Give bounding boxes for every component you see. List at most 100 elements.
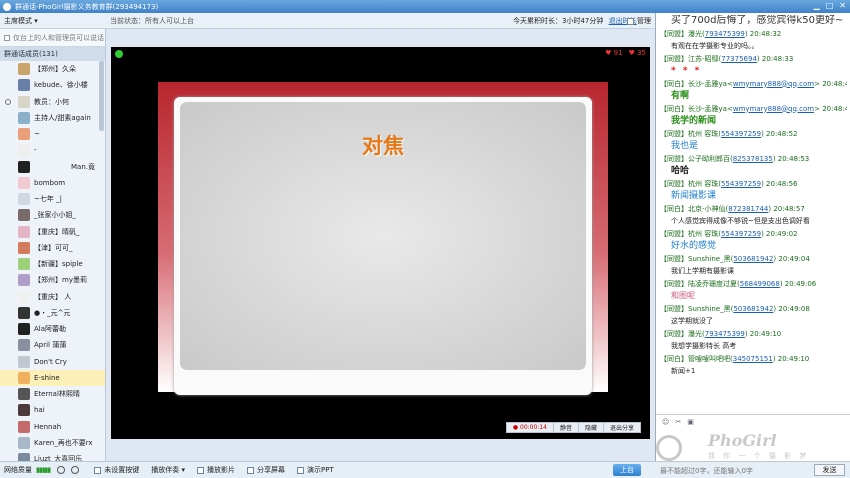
member-item[interactable]: Man.竟	[0, 159, 105, 175]
sender-qq-link[interactable]: 568499068	[740, 280, 780, 288]
member-item[interactable]: ~七年 _|	[0, 191, 105, 207]
member-item[interactable]: kebude、徐小楼	[0, 77, 105, 93]
sender-name[interactable]: 杭州 容珠	[688, 130, 718, 138]
flower-count[interactable]: ♥ 91	[605, 49, 622, 57]
sender-qq-link[interactable]: 345075151	[733, 355, 773, 363]
member-name: Ala阿蕾勒	[34, 325, 67, 334]
shared-slide: 对焦	[158, 82, 608, 395]
sender-role: 【同盟】	[660, 29, 688, 38]
message-time: 20:49:06	[784, 279, 817, 288]
present-ppt-button[interactable]: 演示PPT	[297, 465, 334, 475]
member-item[interactable]: 【重庆】晴矾_	[0, 224, 105, 240]
mode-dropdown[interactable]: 主席模式 ▾	[0, 16, 105, 26]
sender-name[interactable]: 陆凌乔珊度过夏	[688, 280, 737, 288]
avatar	[18, 404, 30, 417]
member-item[interactable]: 【津】可可_	[0, 240, 105, 256]
sender-name[interactable]: 瀑光	[688, 330, 702, 338]
chat-message-header: 【同盟】江苏-昭鄢(77375694) 20:48:33	[660, 53, 847, 66]
member-item[interactable]: 【重庆】 人	[0, 289, 105, 305]
sender-role: 【同白】	[660, 354, 688, 363]
send-button[interactable]: 发送	[814, 464, 845, 476]
chat-message-text: 有观在在学摄影专业的吗。。	[671, 42, 759, 50]
sender-name[interactable]: 公子呦利郎百	[688, 155, 730, 163]
play-music-button[interactable]: 播放伴奏 ▾	[151, 465, 185, 475]
sender-qq-link[interactable]: 825378135	[733, 155, 773, 163]
member-count-header[interactable]: 群通话成员(131)	[0, 47, 105, 61]
member-item[interactable]: ~	[0, 126, 105, 142]
member-item[interactable]: Karen_再也不要rx	[0, 435, 105, 451]
go-on-stage-button[interactable]: 上台	[613, 464, 641, 476]
member-item[interactable]: ●・_元^元	[0, 305, 105, 321]
hide-button[interactable]: 隐藏	[577, 423, 603, 432]
hotkey-button[interactable]: 未设置按键	[94, 465, 139, 475]
member-item[interactable]: Eternal林熙晴	[0, 386, 105, 402]
member-item[interactable]: 【郑州】久朵	[0, 61, 105, 77]
play-video-button[interactable]: 播放影片	[197, 465, 235, 475]
member-item[interactable]: 教员：小何	[0, 94, 105, 110]
emoji-icon[interactable]: ☺	[662, 418, 669, 426]
member-item[interactable]: 【新疆】spiple	[0, 256, 105, 272]
member-item[interactable]: -	[0, 142, 105, 158]
member-item[interactable]: Hennah	[0, 419, 105, 435]
member-item[interactable]: bombom	[0, 175, 105, 191]
sender-name[interactable]: 北京-小神仙	[688, 205, 726, 213]
sender-name[interactable]: 长沙-孟雅ya	[688, 105, 727, 113]
chat-input[interactable]: PhoGirl 我 你 一 个 摄 影 梦	[656, 429, 850, 461]
maximize-icon[interactable]: □	[826, 2, 834, 10]
member-scrollbar[interactable]	[99, 61, 104, 131]
avatar	[18, 95, 30, 108]
avatar	[18, 160, 30, 173]
screenshot-icon[interactable]: ✂	[675, 418, 681, 426]
member-item[interactable]: hai	[0, 402, 105, 418]
sender-name[interactable]: 长沙-孟雅ya	[688, 80, 727, 88]
sender-qq-link[interactable]: 503681942	[733, 255, 773, 263]
heart-count[interactable]: ♥ 35	[629, 49, 646, 57]
message-time: 20:49:02	[766, 229, 798, 238]
member-item[interactable]: 主持人/甜素again	[0, 110, 105, 126]
sender-name[interactable]: 杭州 容珠	[688, 230, 718, 238]
mute-button[interactable]: 静音	[552, 423, 578, 432]
sender-name[interactable]: Sunshine_黑	[688, 305, 731, 313]
sender-qq-link[interactable]: wmymary888@qq.com	[733, 105, 814, 113]
sender-qq-link[interactable]: 554397259	[721, 230, 761, 238]
image-icon[interactable]: ▣	[687, 418, 694, 426]
sender-qq-link[interactable]: 554397259	[721, 180, 761, 188]
sender-name[interactable]: Sunshine_黑	[688, 255, 731, 263]
sender-qq-link[interactable]: wmymary888@qq.com	[733, 80, 814, 88]
checkbox-icon[interactable]	[4, 34, 10, 41]
film-icon	[197, 466, 205, 474]
member-item[interactable]: April 蒲蒲	[0, 337, 105, 353]
chat-history[interactable]: 买了700d后悔了，感觉宾得k50更好~ 【同盟】瀑光(793475399) 20…	[656, 13, 850, 410]
sender-qq-link[interactable]: 872381744	[728, 205, 768, 213]
member-item[interactable]: Ala阿蕾勒	[0, 321, 105, 337]
close-icon[interactable]: ✕	[839, 2, 846, 10]
sender-role: 【同盟】	[660, 154, 688, 163]
member-item[interactable]: Don't Cry	[0, 354, 105, 370]
sender-qq-link[interactable]: 793475399	[705, 30, 745, 38]
avatar	[18, 420, 30, 433]
sender-qq-link[interactable]: 77375694	[721, 55, 757, 63]
sender-qq-link[interactable]: 503681942	[733, 305, 773, 313]
sender-name[interactable]: 管嗖嗖叫吧吧	[688, 355, 730, 363]
sender-name[interactable]: 江苏-昭鄢	[688, 55, 719, 63]
member-item[interactable]: 【郑州】my墨莉	[0, 272, 105, 288]
room-status: 当前状态：所有人可以上台	[110, 16, 194, 25]
share-screen-button[interactable]: 分享屏幕	[247, 465, 285, 475]
top-toolbar: 主席模式 ▾ 当前状态：所有人可以上台 今天累积时长：3小时47分钟 退出时长 …	[0, 13, 655, 29]
member-item[interactable]: _张家小小姐_	[0, 207, 105, 223]
sender-name[interactable]: 杭州 容珠	[688, 180, 718, 188]
title-bar: 群通话-PhoGirl摄影义务教育群(293494173) ▁ □ ✕	[0, 0, 850, 13]
avatar	[18, 176, 30, 189]
member-item[interactable]: E-shine	[0, 369, 105, 386]
speaker-icon[interactable]	[71, 466, 80, 474]
microphone-icon[interactable]	[57, 466, 66, 474]
sender-qq-link[interactable]: 554397259	[721, 130, 761, 138]
sender-qq-link[interactable]: 793475399	[705, 330, 745, 338]
minimize-icon[interactable]: ▁	[814, 2, 820, 10]
settings-button[interactable]: 管理	[627, 16, 651, 26]
sender-name[interactable]: 瀑光	[688, 30, 702, 38]
speak-permission-notice[interactable]: 仅台上的人和管理员可以说话	[0, 29, 105, 47]
avatar	[18, 355, 30, 368]
stop-share-button[interactable]: 退出分享	[602, 423, 640, 432]
gear-icon	[627, 17, 634, 25]
